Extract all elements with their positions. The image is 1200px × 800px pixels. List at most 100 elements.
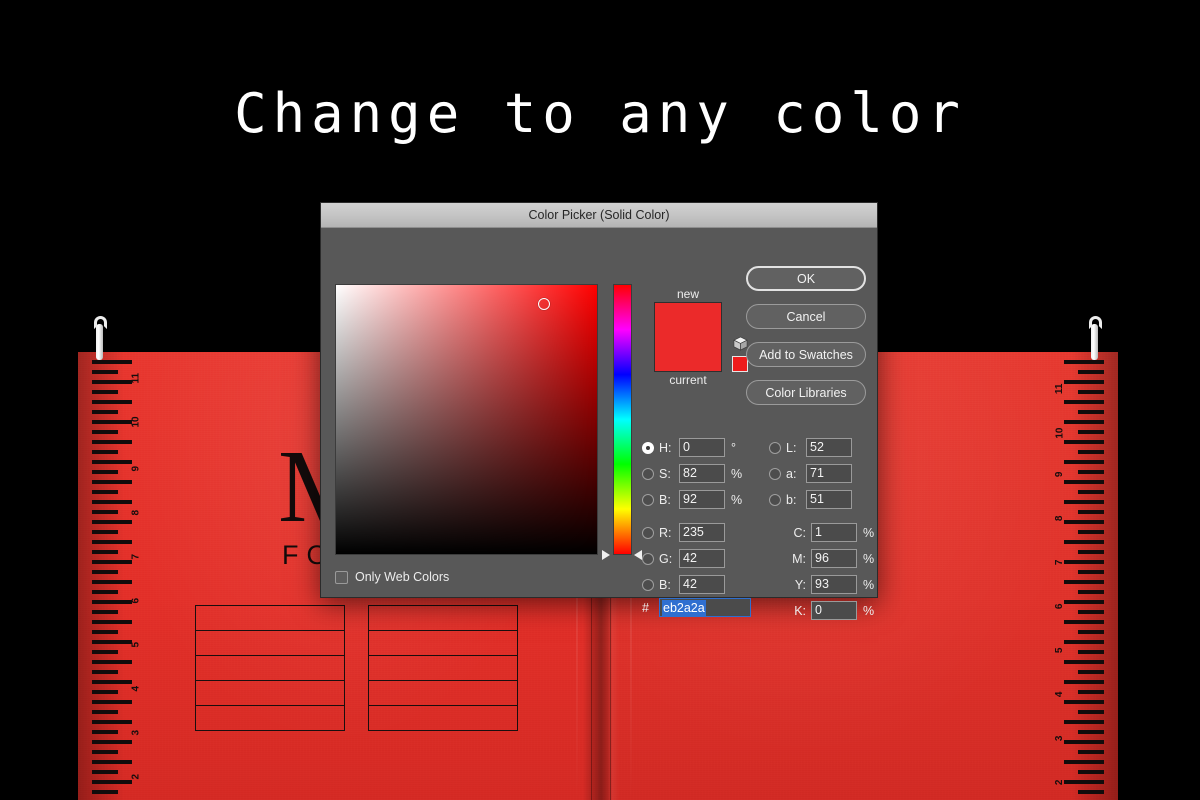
ruler-tick <box>92 470 118 474</box>
label-lab-l: L: <box>786 440 797 455</box>
field-row-blue[interactable]: B: 42 <box>642 572 725 597</box>
ruler-tick <box>1078 490 1104 494</box>
ruler-number: 3 <box>130 729 142 736</box>
input-hue[interactable]: 0 <box>679 438 725 457</box>
input-yellow[interactable]: 93 <box>811 575 857 594</box>
ruler-number: 11 <box>1054 383 1066 395</box>
ruler-tick <box>1064 680 1104 684</box>
ruler-tick <box>92 620 132 624</box>
ruler-tick <box>1078 550 1104 554</box>
ruler-tick <box>92 510 118 514</box>
ruler-tick <box>1078 430 1104 434</box>
ruler-tick <box>92 760 132 764</box>
binding-clip-left <box>94 316 107 360</box>
radio-hue[interactable] <box>642 441 654 454</box>
field-row-red[interactable]: R: 235 <box>642 520 725 545</box>
ruler-tick <box>92 740 132 744</box>
field-row-lab-a[interactable]: a: 71 <box>769 461 852 486</box>
saturation-value-field[interactable] <box>335 284 598 555</box>
radio-lab-b[interactable] <box>769 493 781 506</box>
label-saturation: S: <box>659 466 671 481</box>
ruler-tick <box>92 650 118 654</box>
input-lab-a[interactable]: 71 <box>806 464 852 483</box>
ruler-tick <box>1078 750 1104 754</box>
cover-table-row <box>369 631 517 656</box>
hex-input[interactable]: eb2a2a <box>659 598 751 617</box>
input-blue[interactable]: 42 <box>679 575 725 594</box>
dialog-button-column: OK Cancel Add to Swatches Color Librarie… <box>746 266 866 418</box>
input-lab-b[interactable]: 51 <box>806 490 852 509</box>
input-saturation[interactable]: 82 <box>679 464 725 483</box>
radio-lab-l[interactable] <box>769 441 781 454</box>
new-current-color-swatch[interactable] <box>654 302 722 372</box>
ruler-tick <box>1064 660 1104 664</box>
ruler-tick <box>92 670 118 674</box>
ruler-number: 5 <box>130 641 142 648</box>
input-cyan[interactable]: 1 <box>811 523 857 542</box>
new-color-label: new <box>676 287 699 301</box>
field-row-brightness[interactable]: B: 92 % <box>642 487 751 512</box>
field-row-cyan[interactable]: C: 1 % <box>769 520 883 545</box>
label-lab-b: b: <box>786 492 797 507</box>
field-row-hue[interactable]: H: 0 ° <box>642 435 751 460</box>
radio-red[interactable] <box>642 526 654 539</box>
checkbox-box-icon <box>335 570 348 584</box>
hex-prefix-label: # <box>642 600 649 615</box>
input-red[interactable]: 235 <box>679 523 725 542</box>
ruler-tick <box>1078 670 1104 674</box>
hsb-column: H: 0 ° S: 82 % B: 92 % <box>642 435 751 513</box>
dialog-title: Color Picker (Solid Color) <box>528 208 670 222</box>
input-brightness[interactable]: 92 <box>679 490 725 509</box>
cover-table-row <box>196 681 344 706</box>
only-web-colors-checkbox[interactable]: Only Web Colors <box>335 570 449 584</box>
ruler-tick <box>92 480 132 484</box>
cancel-button[interactable]: Cancel <box>746 304 866 329</box>
clip-stem <box>96 324 103 360</box>
dialog-titlebar[interactable]: Color Picker (Solid Color) <box>321 203 877 228</box>
ruler-tick <box>92 700 132 704</box>
input-magenta[interactable]: 96 <box>811 549 857 568</box>
hex-field-row[interactable]: # eb2a2a <box>642 598 751 617</box>
input-black[interactable]: 0 <box>811 601 857 620</box>
field-row-green[interactable]: G: 42 <box>642 546 725 571</box>
field-row-yellow[interactable]: Y: 93 % <box>769 572 883 597</box>
hue-marker-right-triangle[interactable] <box>634 550 642 560</box>
ruler-number: 7 <box>130 553 142 560</box>
ruler-tick <box>1064 720 1104 724</box>
label-hue: H: <box>659 440 672 455</box>
ruler-tick <box>1078 370 1104 374</box>
input-green[interactable]: 42 <box>679 549 725 568</box>
ruler-tick <box>1064 460 1104 464</box>
ruler-tick <box>1064 440 1104 444</box>
field-row-lab-b[interactable]: b: 51 <box>769 487 852 512</box>
radio-lab-a[interactable] <box>769 467 781 480</box>
cover-table-left <box>195 605 345 731</box>
unit-cyan: % <box>863 525 875 540</box>
ruler-tick <box>92 380 132 384</box>
unit-saturation: % <box>731 466 743 481</box>
ruler-tick <box>1078 530 1104 534</box>
color-field-cursor[interactable] <box>537 297 550 310</box>
ruler-tick <box>92 680 132 684</box>
ok-button[interactable]: OK <box>746 266 866 291</box>
radio-saturation[interactable] <box>642 467 654 480</box>
hue-slider[interactable] <box>613 284 632 555</box>
input-lab-l[interactable]: 52 <box>806 438 852 457</box>
field-row-lab-l[interactable]: L: 52 <box>769 435 852 460</box>
ruler-number: 9 <box>1054 471 1066 478</box>
hue-marker-left-triangle[interactable] <box>602 550 610 560</box>
radio-blue[interactable] <box>642 578 654 591</box>
add-to-swatches-button[interactable]: Add to Swatches <box>746 342 866 367</box>
field-row-black[interactable]: K: 0 % <box>769 598 883 623</box>
cover-table-row <box>369 656 517 681</box>
label-red: R: <box>659 525 672 540</box>
radio-brightness[interactable] <box>642 493 654 506</box>
ruler-number: 5 <box>1054 647 1066 654</box>
radio-green[interactable] <box>642 552 654 565</box>
ruler-number: 3 <box>1054 735 1066 742</box>
color-libraries-button[interactable]: Color Libraries <box>746 380 866 405</box>
ruler-tick <box>92 400 132 404</box>
field-row-saturation[interactable]: S: 82 % <box>642 461 751 486</box>
ruler-tick <box>92 780 132 784</box>
field-row-magenta[interactable]: M: 96 % <box>769 546 883 571</box>
